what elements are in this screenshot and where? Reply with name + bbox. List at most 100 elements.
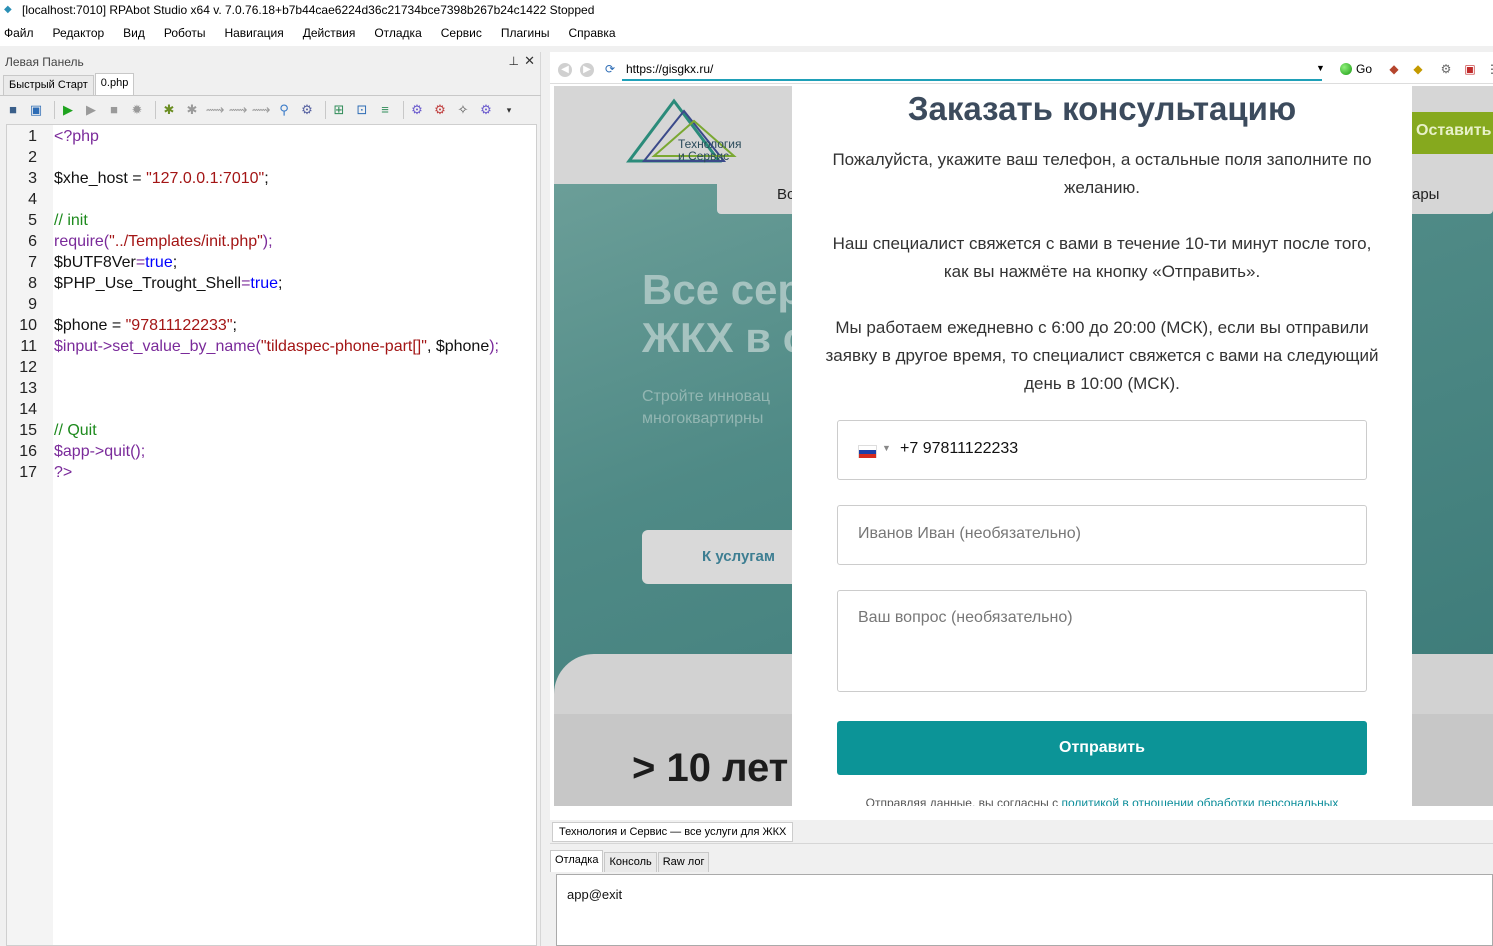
close-icon[interactable]: ✕ bbox=[524, 53, 535, 69]
left-panel: Левая Панель ⊥ ✕ Быстрый Старт 0.php ■ ▣… bbox=[0, 52, 541, 946]
code-token: ; bbox=[278, 275, 283, 292]
code-line[interactable]: $phone = "97811122233"; bbox=[54, 317, 237, 335]
save-all-icon[interactable]: ▣ bbox=[27, 101, 45, 119]
browser-settings-gear-icon[interactable]: ⚙ bbox=[1438, 61, 1454, 77]
go-button[interactable]: Go bbox=[1356, 62, 1372, 76]
name-input[interactable]: Иванов Иван (необязательно) bbox=[837, 505, 1367, 565]
plugin-gears-icon[interactable]: ⚙ bbox=[408, 101, 426, 119]
code-token: $PHP_Use_Trought_Shell bbox=[54, 275, 242, 292]
back-icon[interactable]: ◀ bbox=[558, 63, 572, 77]
window-title: [localhost:7010] RPAbot Studio x64 v. 7.… bbox=[22, 3, 595, 17]
country-dropdown-icon[interactable]: ▼ bbox=[882, 443, 891, 453]
menu-file[interactable]: Файл bbox=[4, 26, 34, 40]
code-line[interactable]: // init bbox=[54, 212, 88, 230]
insert-icon[interactable]: ⊡ bbox=[353, 101, 371, 119]
left-panel-tabs: Быстрый Старт 0.php bbox=[0, 73, 541, 96]
plugin-gears-red-icon[interactable]: ⚙ bbox=[431, 101, 449, 119]
code-line[interactable]: // Quit bbox=[54, 422, 97, 440]
run-icon[interactable]: ▶ bbox=[59, 101, 77, 119]
menu-robots[interactable]: Роботы bbox=[164, 26, 206, 40]
privacy-policy-link[interactable]: политикой в отношении обработки персонал… bbox=[1061, 796, 1338, 806]
hero-title-line-2: ЖКХ в с bbox=[642, 314, 807, 361]
code-line[interactable]: require("../Templates/init.php"); bbox=[54, 233, 273, 251]
code-token: "tildaspec-phone-part[]" bbox=[260, 338, 427, 355]
code-token: $phone = bbox=[54, 317, 126, 334]
line-number: 9 bbox=[28, 296, 37, 313]
russia-flag-icon[interactable] bbox=[858, 445, 877, 458]
search-icon[interactable]: ⚲ bbox=[275, 101, 293, 119]
toolbar-separator bbox=[325, 101, 326, 119]
menu-service[interactable]: Сервис bbox=[441, 26, 482, 40]
pin-icon[interactable]: ⊥ bbox=[509, 54, 519, 68]
tools-gear-icon[interactable]: ⚙ bbox=[477, 101, 495, 119]
format-icon[interactable]: ≡ bbox=[376, 101, 394, 119]
menu-editor[interactable]: Редактор bbox=[53, 26, 105, 40]
tab-console[interactable]: Консоль bbox=[604, 852, 657, 872]
phone-input[interactable]: ▼ +7 97811122233 bbox=[837, 420, 1367, 480]
hero-subtitle-line-2: многоквартирны bbox=[642, 410, 764, 427]
menu-plugins[interactable]: Плагины bbox=[501, 26, 550, 40]
rpabot-studio-window: ◆ [localhost:7010] RPAbot Studio x64 v. … bbox=[0, 0, 1493, 946]
bug-icon[interactable]: ✱ bbox=[183, 101, 201, 119]
years-heading: > 10 лет bbox=[632, 746, 789, 790]
cube-yellow-icon[interactable]: ◆ bbox=[1410, 61, 1426, 77]
browser-tabbar: Технология и Сервис — все услуги для ЖКХ bbox=[550, 820, 1493, 844]
debug-output[interactable]: app@exit bbox=[556, 874, 1493, 946]
stop-icon[interactable]: ■ bbox=[105, 101, 123, 119]
step-into-icon[interactable]: ⟿ bbox=[206, 101, 225, 119]
step-over-icon[interactable]: ⟿ bbox=[229, 101, 248, 119]
menu-help[interactable]: Справка bbox=[568, 26, 615, 40]
url-field[interactable]: https://gisgkx.ru/ bbox=[626, 62, 713, 76]
line-number: 5 bbox=[28, 212, 37, 229]
code-line[interactable]: $app->quit(); bbox=[54, 443, 145, 461]
add-file-icon[interactable]: ⊞ bbox=[330, 101, 348, 119]
save-icon[interactable]: ■ bbox=[4, 101, 22, 119]
debug-output-text: app@exit bbox=[567, 887, 623, 902]
line-number: 17 bbox=[19, 464, 37, 481]
magic-wand-icon[interactable]: ✧ bbox=[454, 101, 472, 119]
code-line[interactable]: ?> bbox=[54, 464, 72, 482]
step-icon[interactable]: ▶ bbox=[82, 101, 100, 119]
code-token: <?php bbox=[54, 128, 99, 145]
refresh-icon[interactable]: ⟳ bbox=[602, 61, 618, 77]
menu-debug[interactable]: Отладка bbox=[374, 26, 421, 40]
line-number: 12 bbox=[19, 359, 37, 376]
browser-panel: ◀ ▶ ⟳ https://gisgkx.ru/ ▼ Go ◆ ◆ ⚙ ▣ ⋮ bbox=[550, 52, 1493, 820]
more-icon[interactable]: ⋮ bbox=[1484, 61, 1493, 77]
site-menu-item[interactable]: Во bbox=[717, 178, 797, 214]
question-textarea[interactable]: Ваш вопрос (необязательно) bbox=[837, 590, 1367, 692]
settings-gear-icon[interactable]: ✹ bbox=[128, 101, 146, 119]
step-out-icon[interactable]: ⟿ bbox=[252, 101, 271, 119]
tab-debug[interactable]: Отладка bbox=[550, 850, 604, 872]
tab-quick-start[interactable]: Быстрый Старт bbox=[3, 75, 94, 95]
hero-subtitle: Стройте инновац многоквартирны bbox=[642, 386, 770, 430]
hero-title-line-1: Все сер bbox=[642, 266, 804, 313]
gear-icon[interactable]: ⚙ bbox=[298, 101, 316, 119]
code-line[interactable]: $PHP_Use_Trought_Shell=true; bbox=[54, 275, 282, 293]
code-line[interactable]: $xhe_host = "127.0.0.1:7010"; bbox=[54, 170, 269, 188]
menu-bar: Файл Редактор Вид Роботы Навигация Дейст… bbox=[0, 20, 1493, 46]
browser-tab[interactable]: Технология и Сервис — все услуги для ЖКХ bbox=[552, 822, 794, 842]
toolbar-separator bbox=[403, 101, 404, 119]
tab-raw-log[interactable]: Raw лог bbox=[657, 852, 710, 872]
record-icon[interactable]: ▣ bbox=[1462, 61, 1478, 77]
cube-icon[interactable]: ◆ bbox=[1386, 61, 1402, 77]
code-line[interactable]: $bUTF8Ver=true; bbox=[54, 254, 177, 272]
tab-0-php[interactable]: 0.php bbox=[94, 73, 135, 95]
menu-actions[interactable]: Действия bbox=[303, 26, 356, 40]
cta-button[interactable]: Оставить bbox=[1410, 112, 1493, 154]
menu-view[interactable]: Вид bbox=[123, 26, 145, 40]
code-token: = bbox=[135, 254, 146, 271]
toolbar-overflow-icon[interactable]: ▾ bbox=[500, 101, 518, 119]
debug-tabs: Отладка Консоль Raw лог bbox=[550, 850, 710, 872]
code-line[interactable]: <?php bbox=[54, 128, 99, 146]
code-line[interactable]: $input->set_value_by_name("tildaspec-pho… bbox=[54, 338, 499, 356]
forward-icon[interactable]: ▶ bbox=[580, 63, 594, 77]
modal-paragraph: Пожалуйста, укажите ваш телефон, а остал… bbox=[832, 150, 1372, 197]
menu-navigation[interactable]: Навигация bbox=[224, 26, 283, 40]
code-editor[interactable]: 1 2 3 4 5 6 7 8 9 10 11 12 13 14 15 16 1… bbox=[6, 124, 537, 946]
url-dropdown-icon[interactable]: ▼ bbox=[1316, 63, 1325, 73]
debug-bug-icon[interactable]: ✱ bbox=[160, 101, 178, 119]
go-icon[interactable] bbox=[1340, 63, 1352, 75]
submit-button[interactable]: Отправить bbox=[837, 721, 1367, 775]
